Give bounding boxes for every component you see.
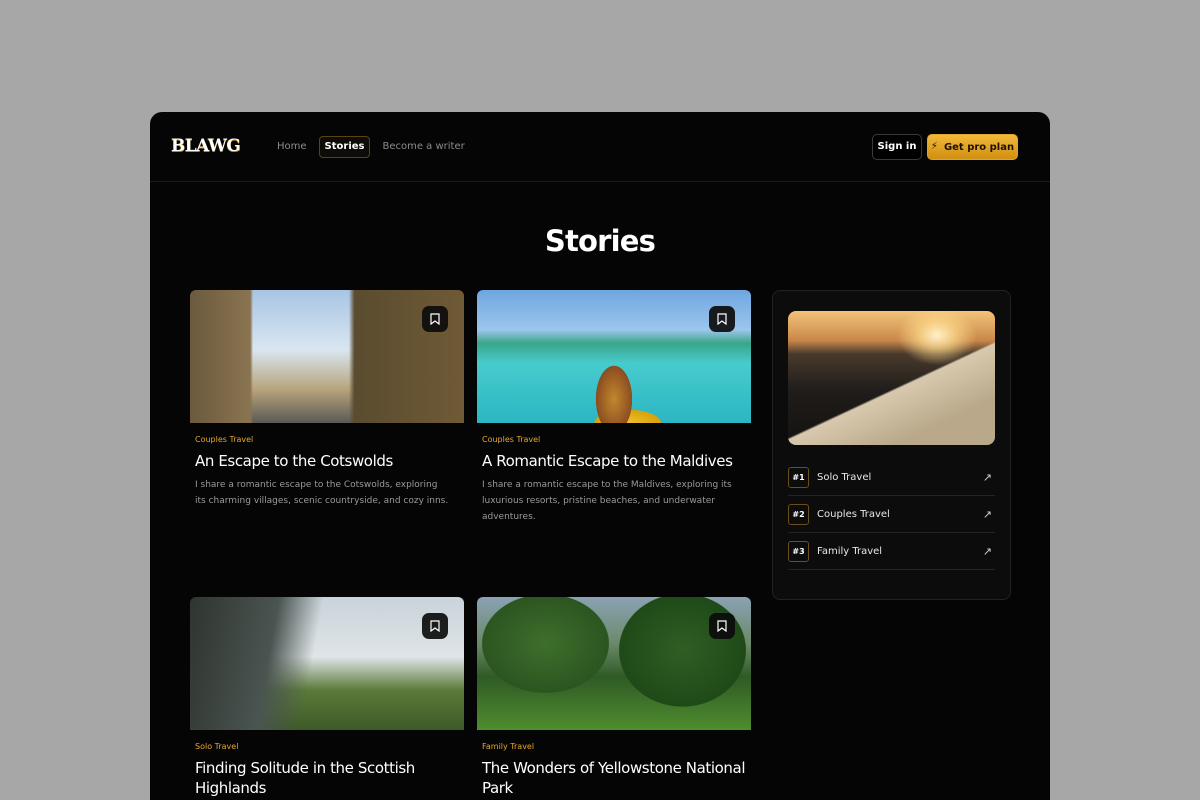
page-title: Stories — [544, 224, 656, 258]
top-navbar: BLAWG Home Stories Become a writer Sign … — [150, 112, 1050, 182]
category-ranking-list: #1 Solo Travel ↗ #2 Couples Travel ↗ #3 … — [788, 459, 995, 570]
main-nav: Home Stories Become a writer — [271, 136, 471, 158]
ranking-item[interactable]: #3 Family Travel ↗ — [788, 533, 995, 570]
bolt-icon: ⚡ — [930, 141, 938, 152]
nav-stories[interactable]: Stories — [318, 136, 371, 158]
bookmark-button[interactable] — [422, 613, 448, 639]
sidebar-map-image — [788, 311, 995, 445]
bookmark-button[interactable] — [709, 613, 735, 639]
nav-home[interactable]: Home — [271, 136, 313, 158]
sign-in-button[interactable]: Sign in — [872, 134, 922, 160]
ranking-label: Family Travel — [817, 545, 883, 557]
ranking-label: Solo Travel — [817, 471, 872, 483]
story-card[interactable]: Couples Travel A Romantic Escape to the … — [477, 290, 751, 525]
arrow-up-right-icon: ↗ — [982, 471, 992, 484]
ranking-item[interactable]: #2 Couples Travel ↗ — [788, 496, 995, 533]
ranking-item[interactable]: #1 Solo Travel ↗ — [788, 459, 995, 496]
ranking-label: Couples Travel — [817, 508, 890, 520]
bookmark-button[interactable] — [709, 306, 735, 332]
rank-badge: #1 — [788, 466, 809, 488]
story-card[interactable]: Family Travel The Wonders of Yellowstone… — [477, 597, 751, 798]
story-image-scotland[interactable] — [190, 597, 464, 730]
brand-logo[interactable]: BLAWG — [171, 136, 241, 156]
bookmark-icon — [717, 620, 727, 632]
arrow-up-right-icon: ↗ — [982, 545, 992, 558]
story-title[interactable]: An Escape to the Cotswolds — [195, 451, 459, 471]
arrow-up-right-icon: ↗ — [982, 508, 992, 521]
story-image-maldives[interactable] — [477, 290, 751, 423]
rank-badge: #2 — [788, 503, 809, 525]
bookmark-icon — [717, 313, 727, 325]
story-card[interactable]: Solo Travel Finding Solitude in the Scot… — [190, 597, 464, 798]
get-pro-plan-button[interactable]: ⚡ Get pro plan — [927, 134, 1018, 160]
story-title[interactable]: Finding Solitude in the Scottish Highlan… — [195, 758, 459, 798]
story-description: I share a romantic escape to the Maldive… — [482, 480, 732, 522]
story-category[interactable]: Family Travel — [482, 742, 751, 751]
app-window: BLAWG Home Stories Become a writer Sign … — [150, 112, 1050, 800]
get-pro-plan-label: Get pro plan — [943, 141, 1015, 153]
story-card[interactable]: Couples Travel An Escape to the Cotswold… — [190, 290, 464, 509]
story-image-yellowstone[interactable] — [477, 597, 751, 730]
story-title[interactable]: The Wonders of Yellowstone National Park — [482, 758, 746, 798]
story-title[interactable]: A Romantic Escape to the Maldives — [482, 451, 746, 471]
bookmark-icon — [430, 620, 440, 632]
story-category[interactable]: Couples Travel — [195, 435, 464, 444]
trending-sidebar: #1 Solo Travel ↗ #2 Couples Travel ↗ #3 … — [772, 290, 1011, 600]
bookmark-button[interactable] — [422, 306, 448, 332]
bookmark-icon — [430, 313, 440, 325]
story-category[interactable]: Solo Travel — [195, 742, 464, 751]
story-category[interactable]: Couples Travel — [482, 435, 751, 444]
nav-become-writer[interactable]: Become a writer — [376, 136, 470, 158]
story-image-cotswolds[interactable] — [190, 290, 464, 423]
story-description: I share a romantic escape to the Cotswol… — [195, 480, 449, 506]
rank-badge: #3 — [788, 540, 809, 562]
